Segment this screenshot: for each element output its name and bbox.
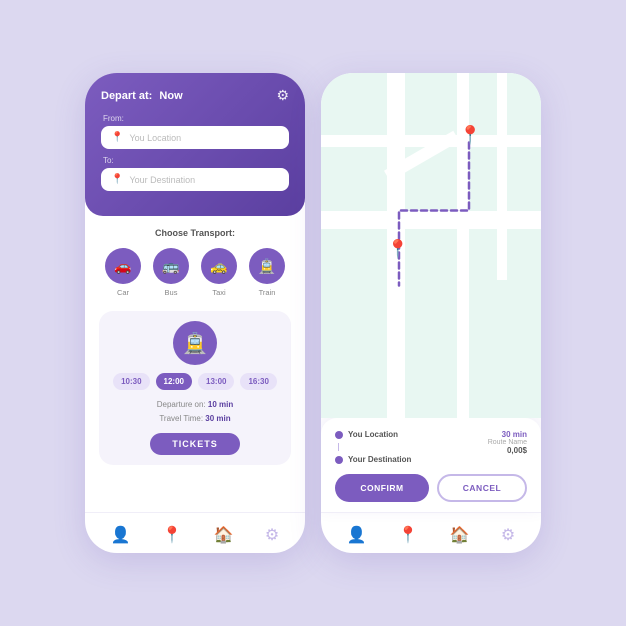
route-time: 30 min <box>488 430 527 439</box>
confirm-button[interactable]: CONFIRM <box>335 474 429 502</box>
to-placeholder: Your Destination <box>129 175 195 185</box>
from-label: From: <box>103 114 289 123</box>
time-slot-1300[interactable]: 13:00 <box>198 373 234 390</box>
action-buttons: CONFIRM CANCEL <box>335 474 527 502</box>
right-bottom-nav: 👤 📍 🏠 ⚙ <box>321 512 541 553</box>
transport-car[interactable]: 🚗 Car <box>105 248 141 297</box>
to-label: To: <box>103 156 289 165</box>
transport-icons: 🚗 Car 🚌 Bus 🚕 Taxi 🚊 Train <box>99 248 291 297</box>
transport-train[interactable]: 🚊 Train <box>249 248 285 297</box>
from-placeholder: You Location <box>129 133 181 143</box>
nav-home-icon-r[interactable]: 🏠 <box>450 525 470 545</box>
right-phone: 📍 📍 You Location Your Destination <box>321 73 541 553</box>
train-icon-circle: 🚊 <box>249 248 285 284</box>
map-area: 📍 📍 <box>321 73 541 418</box>
transport-bus[interactable]: 🚌 Bus <box>153 248 189 297</box>
time-slot-1200[interactable]: 12:00 <box>156 373 192 390</box>
route-card: You Location Your Destination 30 min Rou… <box>321 418 541 512</box>
from-input[interactable]: 📍 You Location <box>101 126 289 149</box>
settings-icon[interactable]: ⚙ <box>276 87 289 104</box>
pin-icon-2: 📍 <box>111 174 123 185</box>
transport-title: Choose Transport: <box>99 228 291 238</box>
cancel-button[interactable]: CANCEL <box>437 474 527 502</box>
from-group: From: 📍 You Location <box>101 114 289 149</box>
pin-icon: 📍 <box>111 132 123 143</box>
to-group: To: 📍 Your Destination <box>101 156 289 191</box>
left-phone: Depart at: Now ⚙ From: 📍 You Location To… <box>85 73 305 553</box>
time-slot-1030[interactable]: 10:30 <box>113 373 149 390</box>
stop-from: You Location <box>335 430 411 439</box>
time-slots: 10:30 12:00 13:00 16:30 <box>113 373 277 390</box>
stop-dot-to <box>335 456 343 464</box>
stop-connector <box>338 443 339 451</box>
route-stops: You Location Your Destination <box>335 430 411 464</box>
phones-container: Depart at: Now ⚙ From: 📍 You Location To… <box>85 73 541 553</box>
train-label: Train <box>259 288 276 297</box>
travel-value: 30 min <box>205 414 230 423</box>
stop-to: Your Destination <box>335 455 411 464</box>
selected-transport-icon: 🚊 <box>173 321 217 365</box>
nav-location-icon[interactable]: 📍 <box>162 525 182 545</box>
time-slot-1630[interactable]: 16:30 <box>240 373 276 390</box>
left-header: Depart at: Now ⚙ From: 📍 You Location To… <box>85 73 305 216</box>
transport-section: Choose Transport: 🚗 Car 🚌 Bus 🚕 Taxi 🚊 T… <box>85 216 305 311</box>
nav-profile-icon-r[interactable]: 👤 <box>347 525 367 545</box>
tickets-button[interactable]: TICKETS <box>150 433 240 455</box>
stop-name-to: Your Destination <box>348 455 411 464</box>
nav-settings-icon-r[interactable]: ⚙ <box>501 525 515 545</box>
bus-icon-circle: 🚌 <box>153 248 189 284</box>
map-pin-destination: 📍 <box>459 125 481 146</box>
nav-profile-icon[interactable]: 👤 <box>111 525 131 545</box>
transport-taxi[interactable]: 🚕 Taxi <box>201 248 237 297</box>
route-info-row: You Location Your Destination 30 min Rou… <box>335 430 527 464</box>
selected-transport: 🚊 10:30 12:00 13:00 16:30 Departure on: … <box>99 311 291 465</box>
bus-label: Bus <box>165 288 178 297</box>
taxi-label: Taxi <box>212 288 225 297</box>
stop-name-from: You Location <box>348 430 398 439</box>
map-pin-origin: 📍 <box>387 239 409 260</box>
route-meta: 30 min Route Name 0,00$ <box>488 430 527 455</box>
route-svg <box>321 73 541 418</box>
route-price: 0,00$ <box>488 446 527 455</box>
left-bottom-nav: 👤 📍 🏠 ⚙ <box>85 512 305 553</box>
nav-home-icon[interactable]: 🏠 <box>214 525 234 545</box>
nav-settings-icon[interactable]: ⚙ <box>265 525 279 545</box>
to-input[interactable]: 📍 Your Destination <box>101 168 289 191</box>
car-label: Car <box>117 288 129 297</box>
taxi-icon-circle: 🚕 <box>201 248 237 284</box>
stop-dot-from <box>335 431 343 439</box>
depart-label: Depart at: Now <box>101 90 183 102</box>
route-name: Route Name <box>488 439 527 446</box>
depart-row: Depart at: Now ⚙ <box>101 87 289 104</box>
departure-value: 10 min <box>208 400 233 409</box>
departure-info: Departure on: 10 min Travel Time: 30 min <box>157 398 233 425</box>
car-icon-circle: 🚗 <box>105 248 141 284</box>
nav-location-icon-r[interactable]: 📍 <box>398 525 418 545</box>
